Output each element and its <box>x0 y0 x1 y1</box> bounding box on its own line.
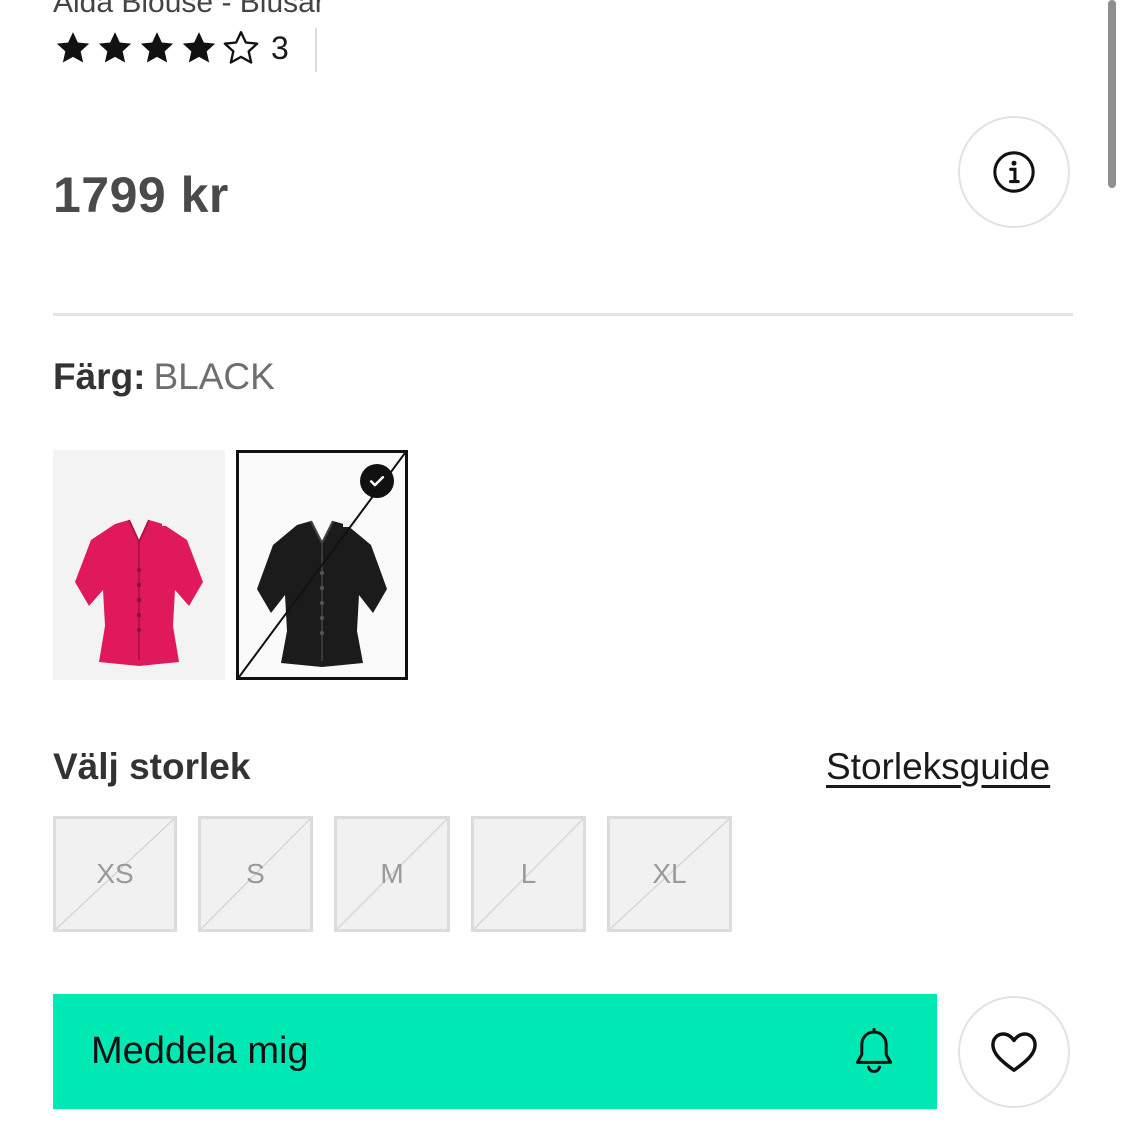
blouse-pink-image <box>75 519 203 666</box>
star-filled-icon <box>53 28 93 68</box>
size-heading: Välj storlek <box>53 746 251 787</box>
selected-check-icon <box>360 464 394 498</box>
size-label: L <box>520 858 537 889</box>
product-price: 1799 kr <box>53 167 229 223</box>
color-label-key: Färg: <box>53 356 146 397</box>
section-divider <box>53 313 1073 316</box>
size-option-s[interactable]: S <box>198 816 313 932</box>
color-label: Färg: BLACK <box>53 356 275 398</box>
heart-icon <box>991 1032 1037 1072</box>
rating-row[interactable]: 3 <box>53 26 317 72</box>
scrollbar-thumb[interactable] <box>1108 0 1116 188</box>
wishlist-button[interactable] <box>958 996 1070 1108</box>
info-icon <box>993 151 1035 193</box>
star-rating <box>53 28 261 68</box>
size-guide-link[interactable]: Storleksguide <box>826 746 1050 788</box>
size-option-m[interactable]: M <box>334 816 450 932</box>
size-option-xl[interactable]: XL <box>607 816 732 932</box>
star-filled-icon <box>95 28 135 68</box>
notify-me-button[interactable]: Meddela mig <box>53 994 937 1109</box>
star-filled-icon <box>179 28 219 68</box>
rating-divider <box>315 28 317 72</box>
color-swatch-pink[interactable] <box>53 450 225 680</box>
bell-icon <box>855 1028 893 1074</box>
notify-me-label: Meddela mig <box>91 1030 309 1072</box>
star-filled-icon <box>137 28 177 68</box>
product-title: Aida Blouse - Blusar <box>53 0 325 19</box>
size-option-l[interactable]: L <box>471 816 586 932</box>
size-label: XL <box>652 858 687 889</box>
star-empty-icon <box>221 28 261 68</box>
size-option-xs[interactable]: XS <box>53 816 177 932</box>
size-label: XS <box>96 858 134 889</box>
selected-color-value: BLACK <box>153 356 275 397</box>
size-label: M <box>380 858 404 889</box>
size-label: S <box>246 858 265 889</box>
info-button[interactable] <box>958 116 1070 228</box>
review-count: 3 <box>271 29 289 66</box>
